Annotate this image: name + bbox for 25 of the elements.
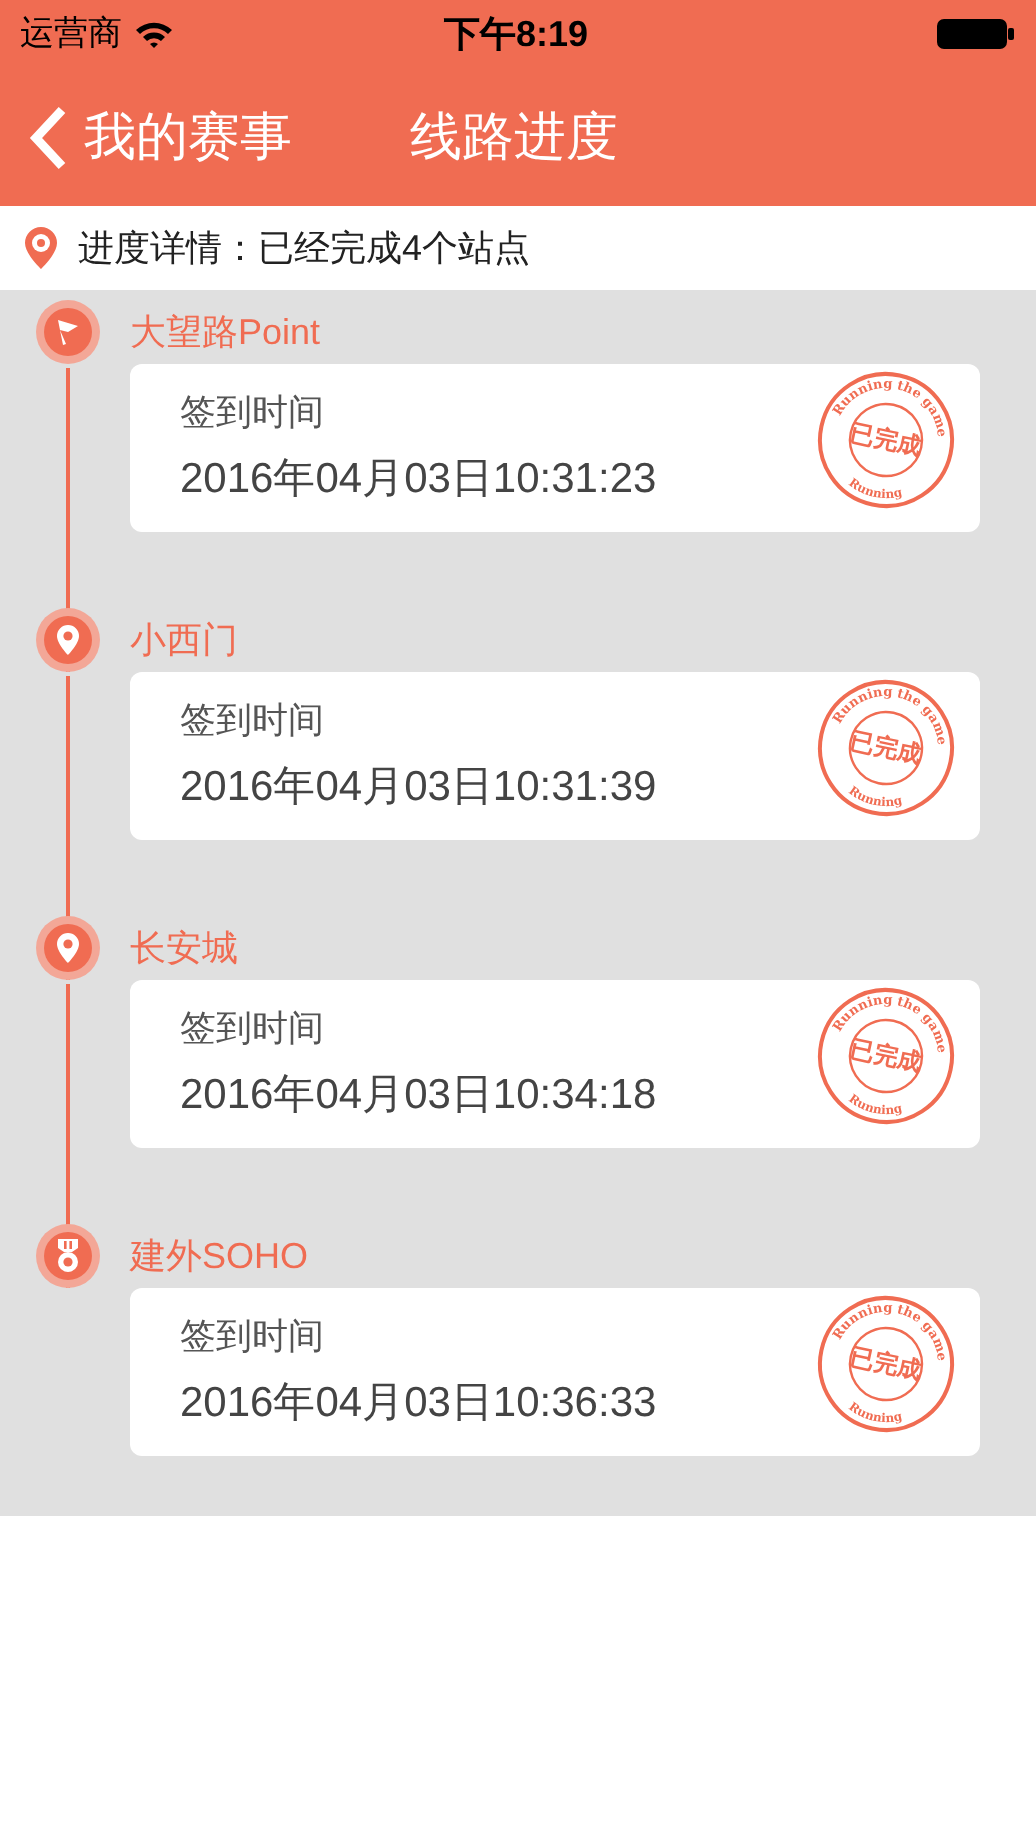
checkpoint-name: 长安城 — [130, 925, 238, 971]
progress-summary: 进度详情：已经完成4个站点 — [78, 225, 531, 271]
location-pin-icon — [24, 226, 58, 270]
checkin-time: 2016年04月03日10:36:33 — [180, 1378, 657, 1430]
checkin-label: 签到时间 — [180, 1006, 324, 1052]
carrier-label: 运营商 — [20, 12, 122, 57]
location-pin-icon — [56, 932, 80, 964]
checkin-label: 签到时间 — [180, 390, 324, 436]
checkin-time: 2016年04月03日10:31:23 — [180, 454, 657, 506]
wifi-icon — [134, 20, 174, 48]
location-pin-icon — [56, 624, 80, 656]
checkin-time: 2016年04月03日10:31:39 — [180, 762, 657, 814]
checkpoint-name: 建外SOHO — [130, 1233, 309, 1279]
status-time: 下午8:19 — [444, 11, 589, 57]
checkpoint-name: 大望路Point — [130, 309, 321, 355]
checkin-label: 签到时间 — [180, 1314, 324, 1360]
page-title: 线路进度 — [410, 104, 618, 170]
checkpoint-name: 小西门 — [130, 617, 238, 663]
flag-icon — [54, 318, 82, 346]
battery-icon — [936, 18, 1016, 50]
checkin-time: 2016年04月03日10:34:18 — [180, 1070, 657, 1122]
checkin-label: 签到时间 — [180, 698, 324, 744]
medal-icon — [54, 1238, 82, 1274]
back-button[interactable]: 我的赛事 — [0, 98, 292, 176]
back-icon — [28, 103, 68, 171]
